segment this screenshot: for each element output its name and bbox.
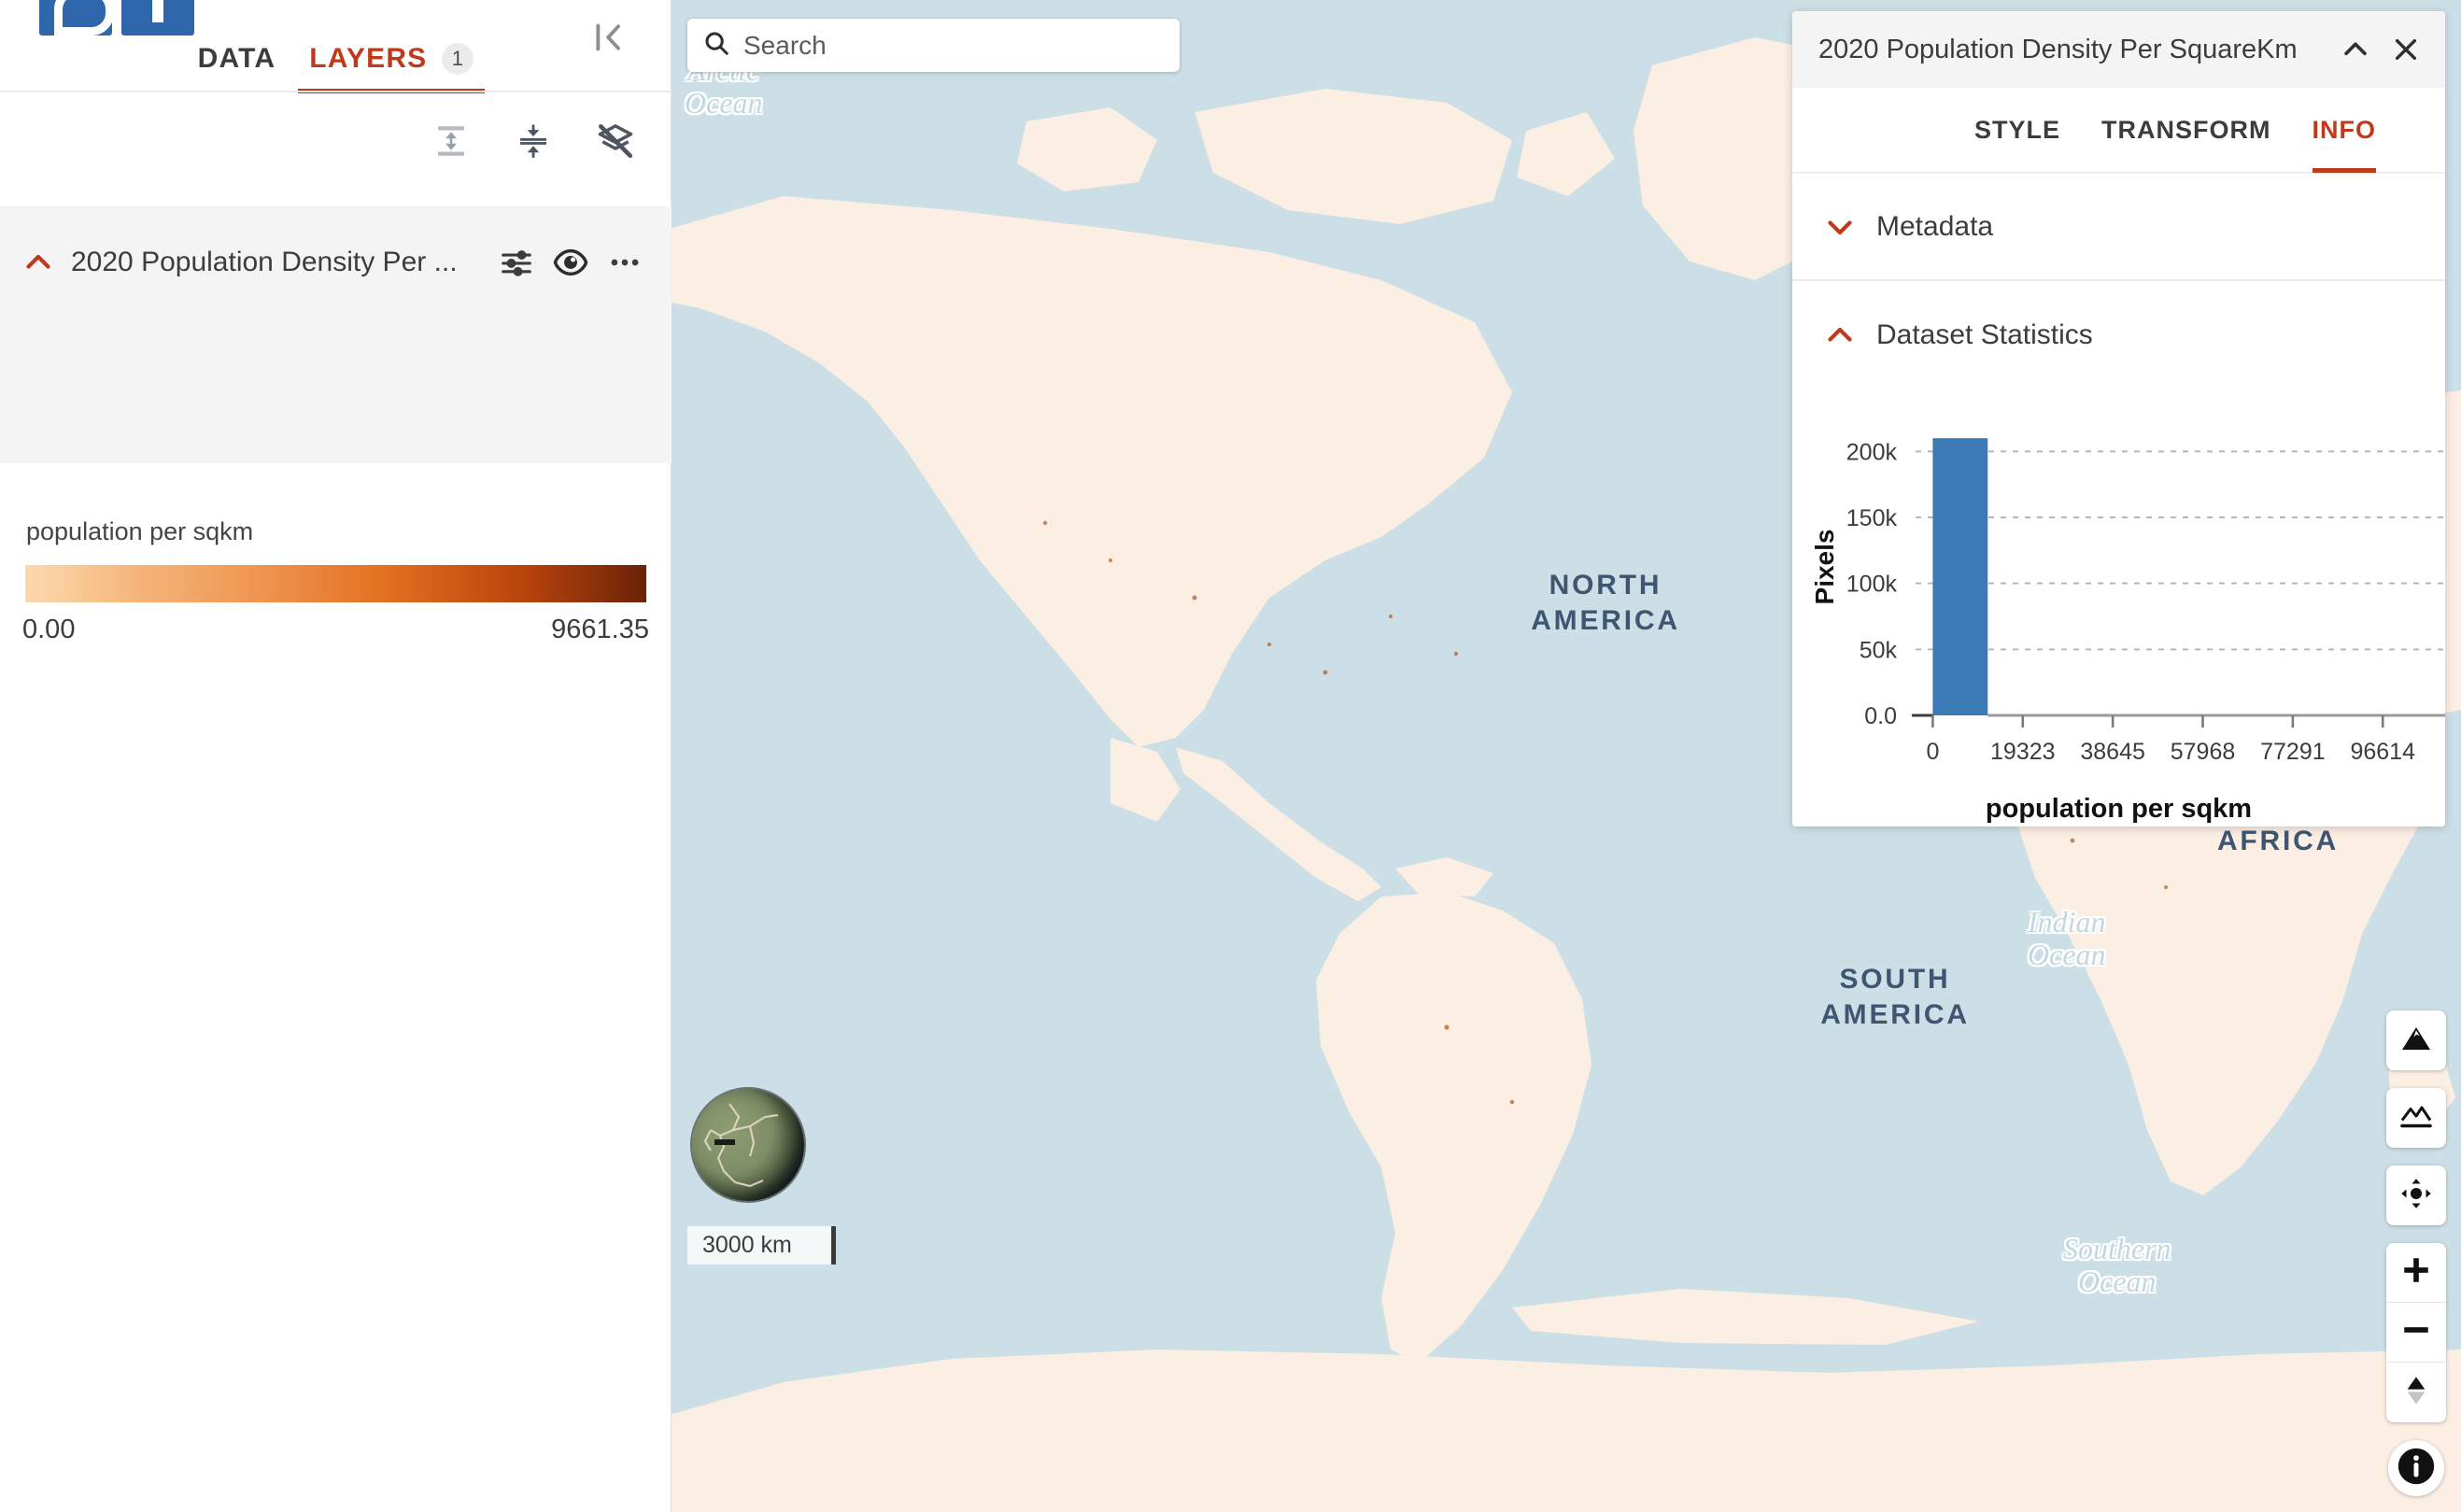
hide-all-layers-button[interactable] bbox=[594, 121, 637, 164]
more-options-icon[interactable] bbox=[604, 242, 645, 283]
terrain-3d-icon bbox=[2399, 1022, 2433, 1060]
svg-text:150k: 150k bbox=[1846, 505, 1898, 531]
close-icon[interactable] bbox=[2385, 29, 2426, 70]
collapse-panel-icon bbox=[590, 19, 628, 61]
layer-card: 2020 Population Density Per ... populati… bbox=[0, 206, 672, 644]
tab-layers[interactable]: LAYERS 1 bbox=[292, 43, 490, 93]
info-panel-header: 2020 Population Density Per SquareKm bbox=[1792, 11, 2445, 88]
search-input[interactable] bbox=[743, 30, 1165, 61]
tab-layers-label: LAYERS bbox=[309, 43, 428, 74]
tab-data-label: DATA bbox=[197, 43, 276, 74]
svg-text:96614: 96614 bbox=[2350, 739, 2415, 765]
zoom-in-button[interactable] bbox=[2386, 1243, 2446, 1303]
expand-all-icon bbox=[431, 121, 471, 165]
map-search-box[interactable] bbox=[687, 19, 1180, 72]
scale-bar-label: 3000 km bbox=[702, 1232, 792, 1258]
expand-all-button[interactable] bbox=[430, 121, 473, 164]
histogram-svg: 0.0 50k 100k 150k 200k 0 19323 38645 57968 77291 9… bbox=[1810, 438, 2445, 765]
svg-text:19323: 19323 bbox=[1990, 739, 2056, 765]
map-controls bbox=[2386, 1010, 2446, 1496]
section-metadata[interactable]: Metadata bbox=[1792, 174, 2445, 281]
map-info-button[interactable] bbox=[2388, 1440, 2444, 1496]
visibility-eye-icon[interactable] bbox=[550, 242, 591, 283]
chevron-up-icon bbox=[1818, 314, 1861, 357]
sidebar-divider bbox=[0, 91, 672, 92]
collapse-all-button[interactable] bbox=[512, 121, 555, 164]
legend-min-value: 0.00 bbox=[22, 615, 76, 644]
elevation-profile-button[interactable] bbox=[2386, 1088, 2446, 1148]
map-scale-bar: 3000 km bbox=[687, 1226, 836, 1265]
legend-max-value: 9661.35 bbox=[551, 615, 649, 644]
collapse-all-icon bbox=[514, 121, 553, 165]
tab-info-label: INFO bbox=[2312, 115, 2376, 144]
chart-x-axis-label: population per sqkm bbox=[1985, 794, 2253, 824]
svg-text:200k: 200k bbox=[1846, 439, 1898, 465]
svg-text:50k: 50k bbox=[1860, 637, 1898, 663]
locate-me-button[interactable] bbox=[2386, 1166, 2446, 1225]
svg-text:77291: 77291 bbox=[2260, 739, 2326, 765]
locate-me-icon bbox=[2399, 1177, 2433, 1215]
chevron-down-icon bbox=[1818, 205, 1861, 248]
section-dataset-statistics-label: Dataset Statistics bbox=[1876, 318, 2093, 350]
info-panel-title: 2020 Population Density Per SquareKm bbox=[1818, 34, 2298, 64]
legend-label: population per sqkm bbox=[26, 517, 254, 545]
zoom-controls bbox=[2386, 1243, 2446, 1422]
histogram-chart: 0.0 50k 100k 150k 200k 0 19323 38645 57968 77291 9… bbox=[1792, 389, 2445, 827]
sidebar-tabs: DATA LAYERS 1 bbox=[0, 0, 672, 93]
tab-info[interactable]: INFO bbox=[2292, 87, 2397, 173]
legend-colorbar bbox=[25, 565, 646, 602]
layer-settings-icon[interactable] bbox=[496, 242, 537, 283]
tab-data[interactable]: DATA bbox=[181, 43, 293, 93]
zoom-out-icon bbox=[2400, 1314, 2432, 1350]
info-icon bbox=[2395, 1445, 2438, 1492]
tab-transform-label: TRANSFORM bbox=[2101, 115, 2271, 144]
left-sidebar: DATA LAYERS 1 2020 Population Density Pe… bbox=[0, 0, 672, 1512]
app-root: ArcticOcean IndianOcean SouthernOcean NO… bbox=[0, 0, 2461, 1512]
layer-title: 2020 Population Density Per ... bbox=[71, 247, 458, 277]
svg-text:Pixels: Pixels bbox=[1810, 530, 1839, 605]
dataset-info-panel: 2020 Population Density Per SquareKm STY… bbox=[1792, 11, 2445, 827]
elevation-profile-icon bbox=[2399, 1099, 2433, 1138]
svg-text:0.0: 0.0 bbox=[1864, 703, 1897, 729]
svg-text:57968: 57968 bbox=[2171, 739, 2236, 765]
info-panel-tabs: STYLE TRANSFORM INFO bbox=[1792, 88, 2445, 174]
layer-toolbar bbox=[430, 121, 637, 164]
tab-layers-badge: 1 bbox=[442, 43, 474, 75]
collapse-sidebar-button[interactable] bbox=[587, 17, 631, 62]
terrain-3d-button[interactable] bbox=[2386, 1010, 2446, 1070]
tab-transform[interactable]: TRANSFORM bbox=[2081, 87, 2291, 173]
panel-collapse-chevron-up-icon[interactable] bbox=[2335, 29, 2376, 70]
layer-header[interactable]: 2020 Population Density Per ... bbox=[0, 234, 672, 290]
tab-style[interactable]: STYLE bbox=[1954, 87, 2081, 173]
section-metadata-label: Metadata bbox=[1876, 210, 1994, 242]
search-icon bbox=[702, 29, 730, 62]
svg-text:0: 0 bbox=[1926, 739, 1939, 765]
tab-style-label: STYLE bbox=[1974, 115, 2061, 144]
globe-minimap[interactable] bbox=[692, 1089, 804, 1201]
zoom-in-icon bbox=[2400, 1254, 2432, 1291]
reset-bearing-button[interactable] bbox=[2386, 1363, 2446, 1422]
chevron-up-icon[interactable] bbox=[19, 243, 58, 282]
hide-all-layers-icon bbox=[595, 120, 636, 166]
svg-text:100k: 100k bbox=[1846, 572, 1898, 598]
section-dataset-statistics[interactable]: Dataset Statistics bbox=[1792, 281, 2445, 389]
reset-bearing-icon bbox=[2401, 1373, 2431, 1413]
zoom-out-button[interactable] bbox=[2386, 1303, 2446, 1363]
svg-text:38645: 38645 bbox=[2080, 739, 2145, 765]
